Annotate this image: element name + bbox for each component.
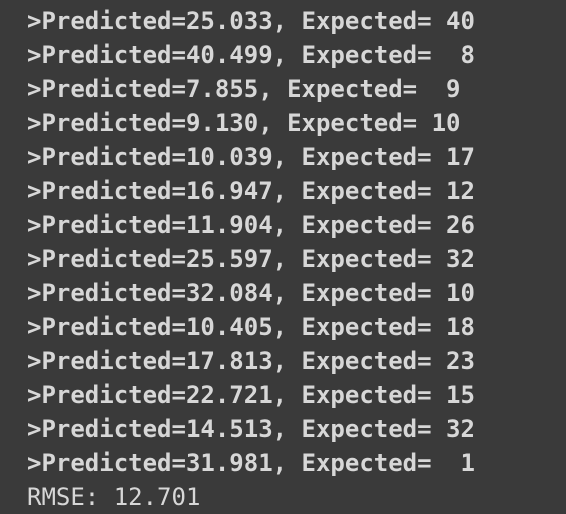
terminal-output: >Predicted=25.033, Expected= 40 >Predict…: [0, 0, 566, 511]
output-line: >Predicted=32.084, Expected= 10: [27, 279, 475, 307]
output-line: >Predicted=14.513, Expected= 32: [27, 415, 475, 443]
output-line: >Predicted=25.033, Expected= 40: [27, 7, 475, 35]
output-line: >Predicted=7.855, Expected= 9: [27, 75, 461, 103]
output-line: >Predicted=31.981, Expected= 1: [27, 449, 475, 477]
output-line: >Predicted=17.813, Expected= 23: [27, 347, 475, 375]
output-line: >Predicted=25.597, Expected= 32: [27, 245, 475, 273]
output-line: >Predicted=10.039, Expected= 17: [27, 143, 475, 171]
output-line: >Predicted=40.499, Expected= 8: [27, 41, 475, 69]
rmse-line: RMSE: 12.701: [27, 483, 201, 511]
output-line: >Predicted=11.904, Expected= 26: [27, 211, 475, 239]
output-line: >Predicted=22.721, Expected= 15: [27, 381, 475, 409]
output-line: >Predicted=16.947, Expected= 12: [27, 177, 475, 205]
output-line: >Predicted=9.130, Expected= 10: [27, 109, 461, 137]
output-line: >Predicted=10.405, Expected= 18: [27, 313, 475, 341]
